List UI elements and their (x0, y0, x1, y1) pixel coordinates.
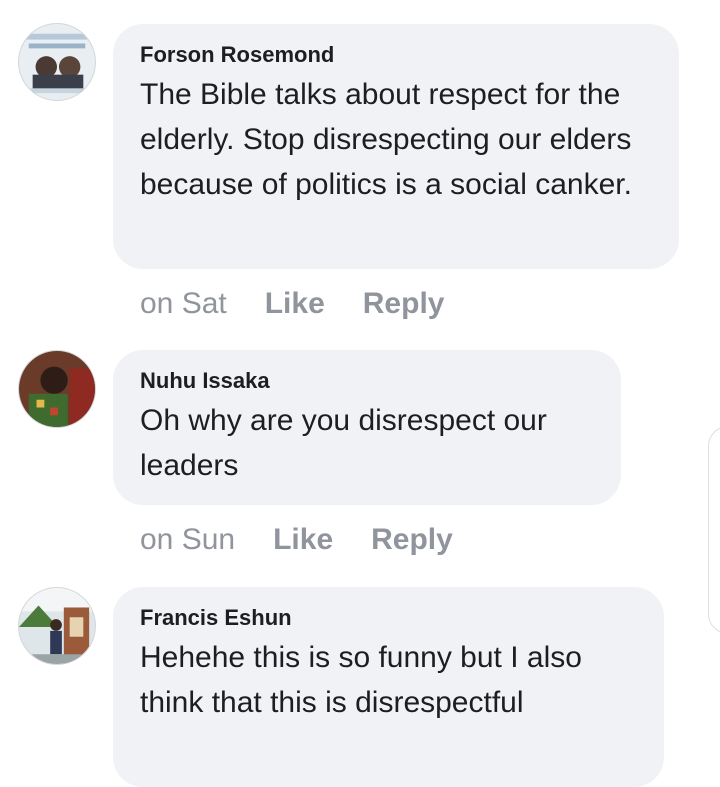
comment-author[interactable]: Francis Eshun (140, 603, 638, 633)
comment-text: Hehehe this is so funny but I also think… (140, 641, 582, 719)
comment-timestamp[interactable]: on Sat (140, 286, 227, 322)
like-button[interactable]: Like (265, 286, 325, 322)
comment-actions: on Sat Like Reply (140, 286, 444, 322)
avatar-image-icon (19, 351, 95, 427)
comment-bubble: Nuhu Issaka Oh why are you disrespect ou… (113, 350, 621, 505)
reply-button[interactable]: Reply (371, 522, 453, 558)
comment-author[interactable]: Nuhu Issaka (140, 366, 595, 396)
comment-timestamp[interactable]: on Sun (140, 522, 235, 558)
comment-actions: on Sun Like Reply (140, 522, 453, 558)
avatar-image-icon (19, 24, 95, 100)
comment-text: The Bible talks about respect for the el… (140, 78, 632, 201)
avatar[interactable] (18, 350, 96, 428)
avatar[interactable] (18, 23, 96, 101)
avatar-image-icon (19, 588, 95, 664)
reply-button[interactable]: Reply (363, 286, 445, 322)
comment-author[interactable]: Forson Rosemond (140, 40, 653, 70)
comment-bubble: Francis Eshun Hehehe this is so funny bu… (113, 587, 664, 787)
comment-text: Oh why are you disrespect our leaders (140, 404, 547, 482)
avatar[interactable] (18, 587, 96, 665)
right-edge-card (708, 426, 720, 634)
comment-bubble: Forson Rosemond The Bible talks about re… (113, 24, 679, 269)
like-button[interactable]: Like (273, 522, 333, 558)
